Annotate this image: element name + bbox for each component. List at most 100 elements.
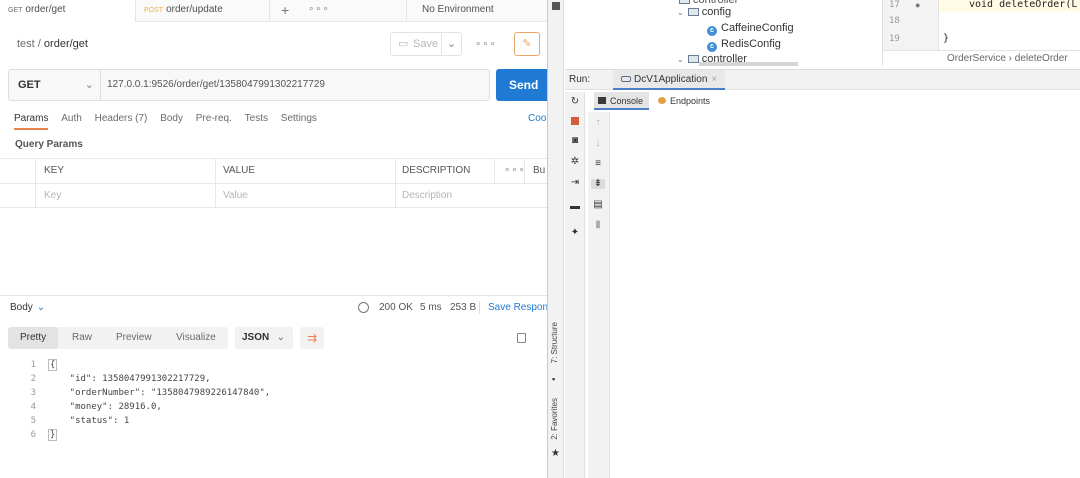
plus-icon[interactable]: + (281, 0, 289, 22)
code-line: "orderNumber": "1358047989226147840", (48, 388, 271, 398)
tab-prerequest[interactable]: Pre-req. (196, 113, 232, 124)
ide-window: 7: Structure ▪ 2: Favorites ★ controller… (547, 0, 1080, 478)
spring-app-icon (621, 76, 631, 82)
chevron-down-icon: ⌄ (677, 8, 684, 17)
code-line: "money": 28916.0, (48, 402, 162, 412)
arrow-up-icon[interactable]: ↑ (593, 118, 603, 128)
layout-icon[interactable]: ▬ (570, 202, 580, 212)
arrow-down-icon[interactable]: ↓ (593, 139, 603, 149)
globe-icon[interactable] (358, 302, 369, 313)
tab-pretty[interactable]: Pretty (8, 327, 59, 349)
console-toolbar: ↑ ↓ ≡ ⇟ ▤ ▮ (588, 112, 610, 478)
tool-window-strip: 7: Structure ▪ 2: Favorites ★ (548, 0, 564, 478)
horizontal-scrollbar[interactable] (699, 62, 798, 66)
tab-headers[interactable]: Headers (7) (95, 113, 148, 124)
breakpoint-icon[interactable]: ● (915, 0, 920, 10)
method-select[interactable]: GET ⌄ (9, 70, 101, 100)
tree-item-caffeineconfig[interactable]: c CaffeineConfig (707, 22, 794, 36)
star-icon: ★ (551, 448, 560, 459)
tab-method: GET (8, 7, 23, 14)
scroll-to-end-icon[interactable]: ⇟ (591, 179, 605, 189)
cookies-link[interactable]: Coo (528, 113, 546, 124)
column-description: DESCRIPTION (402, 165, 471, 176)
url-bar: GET ⌄ 127.0.0.1:9526/order/get/135804799… (8, 69, 490, 101)
panel-divider[interactable] (0, 295, 547, 296)
close-icon[interactable]: × (711, 74, 717, 85)
project-icon[interactable] (552, 2, 560, 10)
floppy-icon: ▭ (398, 38, 409, 50)
rerun-icon[interactable]: ↻ (570, 97, 580, 107)
wrap-lines-icon[interactable]: ⇉ (300, 327, 324, 349)
response-body-select[interactable]: Body ⌄ (10, 302, 45, 313)
camera-icon[interactable]: ◙ (570, 136, 580, 146)
console-output[interactable] (611, 112, 1080, 478)
environment-select[interactable]: No Environment (422, 0, 494, 22)
tab-order-update[interactable]: POST order/update (136, 0, 269, 22)
key-input[interactable]: Key (44, 184, 61, 208)
tree-item-redisconfig[interactable]: c RedisConfig (707, 38, 781, 52)
folder-icon (687, 8, 699, 16)
console-icon (598, 97, 606, 104)
breadcrumb-collection[interactable]: test (17, 38, 35, 50)
print-icon[interactable]: ▤ (593, 200, 603, 210)
code-line-19[interactable]: } (943, 33, 949, 44)
more-icon[interactable]: ∘∘∘ (504, 159, 526, 183)
tab-console[interactable]: Console (594, 92, 650, 110)
chevron-down-icon: ⌄ (677, 55, 684, 64)
status-code: 200 OK (379, 302, 413, 313)
table-header-row: KEY VALUE DESCRIPTION ∘∘∘ Bu (0, 158, 547, 183)
bulk-edit-link[interactable]: Bu (533, 159, 545, 183)
editor-breadcrumb[interactable]: OrderService › deleteOrder (883, 50, 1080, 66)
favorites-tool-button[interactable]: 2: Favorites (550, 398, 559, 440)
tab-body[interactable]: Body (160, 113, 183, 124)
class-icon: c (707, 26, 717, 36)
copy-icon[interactable] (517, 333, 526, 343)
column-value: VALUE (223, 165, 256, 176)
code-line: { (48, 359, 58, 371)
chevron-down-icon: ⌄ (276, 332, 285, 343)
response-view-tabs: Pretty Raw Preview Visualize (8, 327, 228, 349)
params-table: KEY VALUE DESCRIPTION ∘∘∘ Bu Key Value D… (0, 158, 547, 209)
run-config-tab[interactable]: DcV1Application × (613, 70, 726, 90)
tab-auth[interactable]: Auth (61, 113, 82, 124)
breadcrumb-request: order/get (43, 38, 88, 50)
stop-icon[interactable] (571, 117, 579, 125)
send-button[interactable]: Send (496, 69, 547, 101)
save-response-button[interactable]: Save Respon (488, 302, 547, 313)
settings-icon[interactable]: ✲ (570, 157, 580, 167)
code-line: "status": 1 (48, 416, 130, 426)
more-icon[interactable]: ∘∘∘ (475, 39, 497, 50)
code-line: } (48, 429, 58, 441)
structure-tool-button[interactable]: 7: Structure (550, 322, 559, 363)
pencil-icon[interactable]: ✎ (514, 32, 540, 56)
tab-raw[interactable]: Raw (72, 327, 92, 349)
structure-icon: ▪ (552, 374, 556, 384)
tab-params[interactable]: Params (14, 113, 49, 130)
pin-icon[interactable]: ✦ (570, 228, 580, 238)
save-button[interactable]: ▭ Save ⌄ (390, 32, 462, 56)
description-input[interactable]: Description (402, 184, 452, 208)
more-tabs-icon[interactable]: ∘∘∘ (308, 0, 330, 22)
request-tabs: Params Auth Headers (7) Body Pre-req. Te… (14, 113, 327, 130)
code-editor: 17 ● 18 19 void deleteOrder(L } OrderSer… (882, 0, 1080, 66)
tab-tests[interactable]: Tests (245, 113, 268, 124)
tab-settings[interactable]: Settings (281, 113, 317, 124)
trash-icon[interactable]: ▮ (593, 220, 603, 230)
endpoints-icon (658, 97, 666, 104)
tab-title: order/update (166, 4, 223, 15)
url-input[interactable]: 127.0.0.1:9526/order/get/135804799130221… (107, 70, 325, 100)
tab-endpoints[interactable]: Endpoints (658, 92, 710, 110)
code-line-17[interactable]: void deleteOrder(L (969, 0, 1077, 10)
response-bar: Body ⌄ 200 OK 5 ms 253 B Save Respon (0, 300, 547, 318)
soft-wrap-icon[interactable]: ≡ (593, 159, 603, 169)
tab-method: POST (144, 7, 164, 14)
tab-visualize[interactable]: Visualize (176, 327, 216, 349)
value-input[interactable]: Value (223, 184, 248, 208)
tab-order-get[interactable]: GET order/get (0, 0, 135, 22)
folder-icon (679, 0, 690, 4)
tab-preview[interactable]: Preview (116, 327, 152, 349)
format-select[interactable]: JSON ⌄ (235, 327, 293, 349)
chevron-down-icon[interactable]: ⌄ (441, 33, 461, 55)
import-icon[interactable]: ⇥ (570, 178, 580, 188)
tree-item-config[interactable]: ⌄ config (677, 6, 731, 18)
